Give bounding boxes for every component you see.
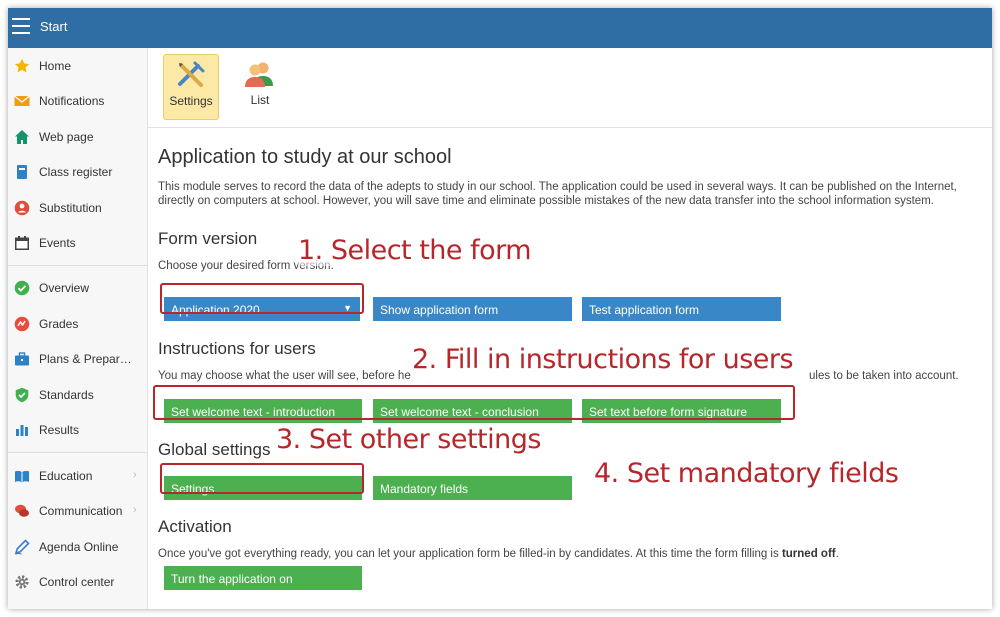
sidebar-item-communication[interactable]: Communication › <box>8 498 148 526</box>
open-book-icon <box>15 470 29 483</box>
sidebar-item-overview[interactable]: Overview <box>8 275 148 303</box>
app-window: Start Home Notifications Web page Class … <box>8 8 992 609</box>
sidebar-item-label: Events <box>39 236 76 250</box>
sidebar-item-label: Class register <box>39 165 113 179</box>
sidebar-item-label: Substitution <box>39 201 102 215</box>
sidebar-item-label: Notifications <box>39 94 105 108</box>
person-swap-icon <box>14 200 30 216</box>
instructions-heading: Instructions for users <box>158 339 316 358</box>
sidebar-item-label: Home <box>39 59 72 73</box>
instructions-text-start: You may choose what the user will see, b… <box>158 370 411 382</box>
annotation-step-1: 1. Select the form <box>298 235 532 266</box>
app-title[interactable]: Start <box>40 19 67 34</box>
check-circle-icon <box>14 280 30 296</box>
sidebar-item-label: Agenda Online <box>39 540 119 554</box>
instructions-text-end: ules to be taken into account. <box>809 370 959 382</box>
sidebar-item-label: Education <box>39 469 93 483</box>
annotation-step-2: 2. Fill in instructions for users <box>412 344 794 375</box>
sidebar-divider <box>8 452 148 453</box>
activation-heading: Activation <box>158 517 232 536</box>
sidebar-item-label: Communication <box>39 504 123 518</box>
form-version-heading: Form version <box>158 229 258 248</box>
highlight-instruction-buttons <box>153 385 795 420</box>
briefcase-icon <box>15 352 29 366</box>
page-description: This module serves to record the data of… <box>158 181 957 207</box>
sidebar-item-standards[interactable]: Standards <box>8 382 148 410</box>
sidebar-item-substitution[interactable]: Substitution <box>8 195 148 223</box>
sidebar-item-results[interactable]: Results <box>8 417 148 445</box>
sidebar-item-agenda-online[interactable]: Agenda Online <box>8 534 148 562</box>
activation-state: turned off <box>781 548 836 560</box>
sidebar-item-education[interactable]: Education › <box>8 463 148 491</box>
chevron-right-icon: › <box>133 504 137 516</box>
sidebar-item-label: Control center <box>39 575 115 589</box>
tools-icon <box>178 61 205 87</box>
settings-tool-label: Settings <box>169 94 213 108</box>
page-title: Application to study at our school <box>158 146 452 168</box>
sidebar-item-home[interactable]: Home <box>8 53 148 81</box>
top-bar: Start <box>8 8 992 48</box>
sidebar-item-class-register[interactable]: Class register <box>8 159 148 187</box>
sidebar-item-plans[interactable]: Plans & Preparations <box>8 346 148 374</box>
settings-tool-button[interactable]: Settings <box>163 54 219 120</box>
sidebar-item-label: Overview <box>39 281 90 295</box>
sidebar-item-events[interactable]: Events <box>8 230 148 258</box>
pen-icon <box>14 539 30 555</box>
house-icon <box>15 130 29 144</box>
sidebar-divider <box>8 265 148 266</box>
test-application-form-button[interactable]: Test application form <box>582 297 781 321</box>
users-icon <box>245 62 273 87</box>
sidebar-item-grades[interactable]: Grades <box>8 311 148 339</box>
chat-icon <box>15 504 29 517</box>
turn-application-on-button[interactable]: Turn the application on <box>164 566 362 590</box>
sidebar-item-label: Standards <box>39 388 94 402</box>
annotation-step-4: 4. Set mandatory fields <box>594 458 899 489</box>
sidebar-item-notifications[interactable]: Notifications <box>8 88 148 116</box>
activation-sentence: Once you've got everything ready, you ca… <box>158 548 779 560</box>
calendar-icon <box>15 236 29 250</box>
envelope-icon <box>14 95 30 106</box>
activation-period: . <box>835 548 839 560</box>
highlight-form-select <box>160 283 364 314</box>
bar-chart-icon <box>16 425 28 436</box>
list-tool-button[interactable]: List <box>232 54 288 120</box>
highlight-settings-button <box>160 463 364 494</box>
annotation-step-3: 3. Set other settings <box>276 424 541 455</box>
sidebar-item-label: Results <box>39 423 80 437</box>
shield-check-icon <box>15 387 29 403</box>
gear-icon <box>15 575 29 589</box>
sidebar: Home Notifications Web page Class regist… <box>8 48 148 609</box>
chevron-right-icon: › <box>133 469 137 481</box>
sidebar-item-control-center[interactable]: Control center <box>8 569 148 597</box>
book-icon <box>17 165 27 179</box>
star-icon <box>14 58 30 73</box>
sidebar-item-label: Grades <box>39 317 79 331</box>
menu-icon[interactable] <box>12 18 32 36</box>
mandatory-fields-button[interactable]: Mandatory fields <box>373 476 572 500</box>
show-application-form-button[interactable]: Show application form <box>373 297 572 321</box>
sidebar-item-web-page[interactable]: Web page <box>8 124 148 152</box>
grades-icon <box>14 316 30 332</box>
sidebar-item-label: Web page <box>39 130 94 144</box>
global-settings-heading: Global settings <box>158 440 271 459</box>
activation-text: Once you've got everything ready, you ca… <box>158 548 839 560</box>
module-toolbar: Settings List <box>148 48 992 128</box>
sidebar-item-label: Plans & Preparations <box>39 352 135 366</box>
list-tool-label: List <box>250 93 270 107</box>
